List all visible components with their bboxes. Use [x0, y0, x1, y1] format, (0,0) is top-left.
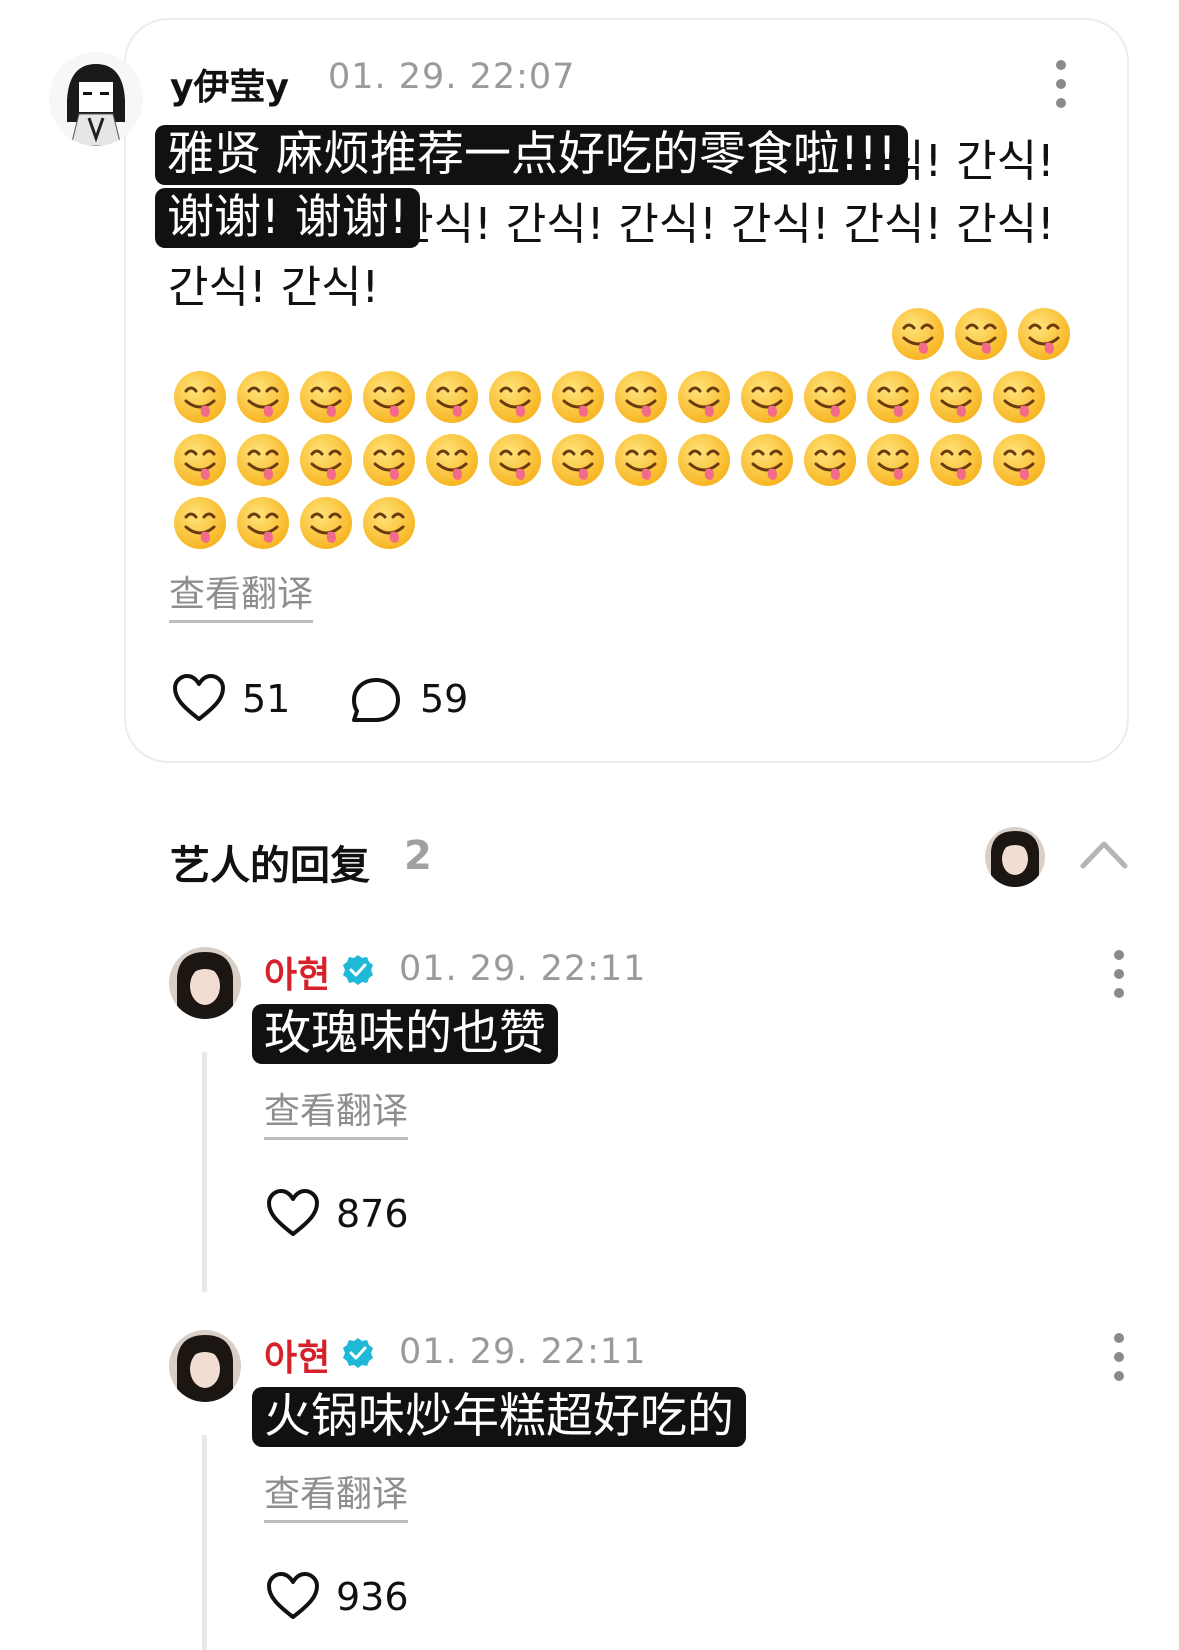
yum-face-emoji-icon: [300, 497, 352, 549]
emoji-row: [890, 306, 1072, 362]
comment-bubble-icon[interactable]: [350, 676, 402, 730]
reply-timestamp: 01. 29. 22:11: [399, 1332, 647, 1372]
reply-author-name[interactable]: 아현: [264, 946, 330, 998]
yum-face-emoji-icon: [741, 434, 793, 486]
emoji-row: [172, 432, 1047, 488]
yum-face-emoji-icon: [174, 371, 226, 423]
yum-face-emoji-icon: [930, 434, 982, 486]
reply-translate-link[interactable]: 查看翻译: [264, 1472, 409, 1523]
heart-icon[interactable]: [266, 1571, 320, 1625]
yum-face-emoji-icon: [678, 371, 730, 423]
yum-face-emoji-icon: [426, 434, 478, 486]
artist-replies-count: 2: [404, 833, 432, 879]
reply-author-name[interactable]: 아현: [264, 1329, 330, 1381]
post-timestamp: 01. 29. 22:07: [328, 57, 576, 97]
yum-face-emoji-icon: [867, 434, 919, 486]
yum-face-emoji-icon: [489, 371, 541, 423]
post-like-count: 51: [242, 677, 291, 721]
yum-face-emoji-icon: [993, 434, 1045, 486]
post-overlay-line-2: 谢谢! 谢谢!: [155, 188, 420, 248]
heart-icon[interactable]: [172, 673, 226, 727]
yum-face-emoji-icon: [489, 434, 541, 486]
verified-badge-icon: [341, 1336, 375, 1374]
heart-icon[interactable]: [266, 1188, 320, 1242]
yum-face-emoji-icon: [615, 371, 667, 423]
yum-face-emoji-icon: [363, 371, 415, 423]
post-translate-link[interactable]: 查看翻译: [169, 572, 314, 623]
yum-face-emoji-icon: [300, 434, 352, 486]
reply-like-count: 936: [336, 1575, 409, 1619]
reply-text: 玫瑰味的也赞: [252, 1004, 558, 1064]
yum-face-emoji-icon: [615, 434, 667, 486]
yum-face-emoji-icon: [300, 371, 352, 423]
yum-face-emoji-icon: [930, 371, 982, 423]
yum-face-emoji-icon: [426, 371, 478, 423]
yum-face-emoji-icon: [237, 434, 289, 486]
artist-replies-title: 艺人的回复: [170, 843, 370, 889]
yum-face-emoji-icon: [892, 308, 944, 360]
yum-face-emoji-icon: [237, 497, 289, 549]
yum-face-emoji-icon: [552, 434, 604, 486]
yum-face-emoji-icon: [993, 371, 1045, 423]
post-comment-count: 59: [420, 677, 469, 721]
chevron-up-icon[interactable]: [1079, 838, 1129, 874]
reply-like-count: 876: [336, 1192, 409, 1236]
user-avatar[interactable]: [49, 52, 143, 146]
reply-translate-link[interactable]: 查看翻译: [264, 1089, 409, 1140]
yum-face-emoji-icon: [804, 371, 856, 423]
emoji-row: [172, 369, 1047, 425]
artist-avatar[interactable]: [169, 947, 241, 1019]
yum-face-emoji-icon: [552, 371, 604, 423]
yum-face-emoji-icon: [867, 371, 919, 423]
verified-badge-icon: [341, 953, 375, 991]
post-username[interactable]: y伊莹y: [170, 58, 289, 110]
post-more-menu-icon[interactable]: [1055, 60, 1067, 108]
yum-face-emoji-icon: [237, 371, 289, 423]
yum-face-emoji-icon: [1018, 308, 1070, 360]
reply-more-menu-icon[interactable]: [1113, 1333, 1125, 1381]
artist-avatar[interactable]: [169, 1330, 241, 1402]
post-overlay-line-1: 雅贤 麻烦推荐一点好吃的零食啦!!!: [155, 125, 909, 185]
emoji-row: [172, 495, 417, 551]
yum-face-emoji-icon: [174, 497, 226, 549]
thread-line: [202, 1435, 207, 1650]
yum-face-emoji-icon: [955, 308, 1007, 360]
yum-face-emoji-icon: [741, 371, 793, 423]
yum-face-emoji-icon: [804, 434, 856, 486]
yum-face-emoji-icon: [363, 497, 415, 549]
reply-more-menu-icon[interactable]: [1113, 950, 1125, 998]
yum-face-emoji-icon: [174, 434, 226, 486]
reply-text: 火锅味炒年糕超好吃的: [252, 1387, 746, 1447]
thread-line: [202, 1052, 207, 1292]
yum-face-emoji-icon: [363, 434, 415, 486]
reply-timestamp: 01. 29. 22:11: [399, 949, 647, 989]
artist-avatar-small[interactable]: [985, 827, 1045, 887]
yum-face-emoji-icon: [678, 434, 730, 486]
